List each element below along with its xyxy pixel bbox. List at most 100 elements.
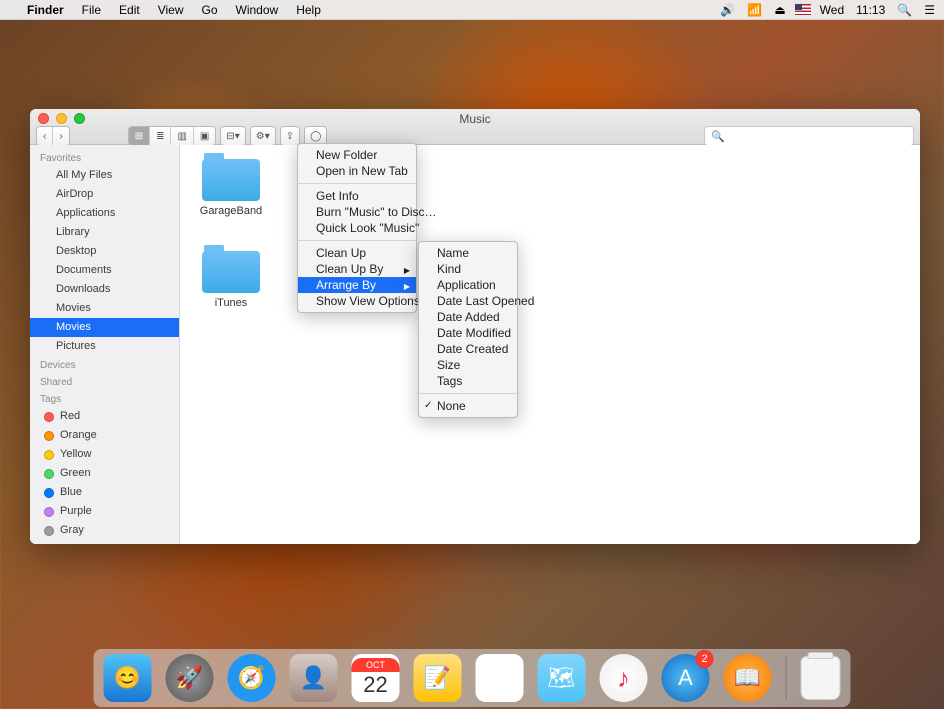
folder-label: iTunes [190,297,272,309]
wifi-icon[interactable]: 📶 [744,3,765,17]
clock-time[interactable]: 11:13 [853,3,888,17]
menu-item[interactable]: Date Last Opened [419,293,517,309]
sidebar-heading-tags: Tags [30,390,179,407]
search-icon: 🔍 [711,130,725,143]
menu-item[interactable]: Size [419,357,517,373]
arrange-button[interactable]: ⊟▾ [220,126,245,146]
forward-button[interactable]: › [53,127,68,145]
sidebar-item[interactable]: Applications [30,204,179,223]
share-button[interactable]: ⇪ [280,126,300,146]
tag-label: Yellow [60,447,91,462]
menu-item[interactable]: Clean Up [298,245,416,261]
sidebar-item[interactable]: All My Files [30,166,179,185]
spotlight-icon[interactable]: 🔍 [894,3,915,17]
sidebar-tag-item[interactable]: Green [30,464,179,483]
sidebar-item[interactable]: Downloads [30,280,179,299]
sidebar-heading-devices: Devices [30,356,179,373]
menu-item[interactable]: Name [419,245,517,261]
list-view-button[interactable]: ≣ [150,127,171,145]
tag-color-dot [44,507,54,517]
input-source-flag[interactable] [795,4,811,15]
action-button[interactable]: ⚙▾ [250,126,276,146]
sidebar-tag-item[interactable]: Orange [30,426,179,445]
menu-item[interactable]: New Folder [298,147,416,163]
sidebar-tag-item[interactable]: Red [30,407,179,426]
tag-label: Red [60,409,80,424]
sidebar-heading-shared: Shared [30,373,179,390]
dock-launchpad-icon[interactable]: 🚀 [166,654,214,702]
dock-notes-icon[interactable]: 📝 [414,654,462,702]
sidebar-item[interactable]: AirDrop [30,185,179,204]
tag-color-dot [44,526,54,536]
menu-item[interactable]: None [419,398,517,414]
dock-finder-icon[interactable]: 😊 [104,654,152,702]
folder-garageband[interactable]: GarageBand [190,159,272,217]
action-context-menu: New FolderOpen in New Tab Get InfoBurn "M… [297,143,417,313]
menu-item[interactable]: Date Added [419,309,517,325]
menu-item[interactable]: Burn "Music" to Disc… [298,204,416,220]
dock-calendar-icon[interactable]: OCT22 [352,654,400,702]
menu-item[interactable]: Date Modified [419,325,517,341]
eject-icon[interactable]: ⏏ [771,3,788,17]
tag-color-dot [44,488,54,498]
sidebar-item[interactable]: Movies [30,299,179,318]
titlebar[interactable]: Music ‹ › ⊞ ≣ ▥ ▣ ⊟▾ ⚙▾ ⇪ ◯ 🔍 [30,109,920,145]
menu-item[interactable]: Tags [419,373,517,389]
dock-trash-icon[interactable] [801,656,841,700]
dock-itunes-icon[interactable]: ♪ [600,654,648,702]
sidebar-tag-item[interactable]: Gray [30,521,179,540]
dock-appstore-icon[interactable]: A2 [662,654,710,702]
menu-item[interactable]: Show View Options [298,293,416,309]
notification-center-icon[interactable]: ☰ [921,3,938,17]
sidebar-item[interactable]: Desktop [30,242,179,261]
icon-view-button[interactable]: ⊞ [129,127,150,145]
menu-item[interactable]: Clean Up By [298,261,416,277]
menu-help[interactable]: Help [287,3,330,17]
menu-go[interactable]: Go [193,3,227,17]
menu-item[interactable]: Kind [419,261,517,277]
window-title: Music [30,112,920,126]
sidebar-tag-item[interactable]: Yellow [30,445,179,464]
folder-itunes[interactable]: iTunes [190,251,272,309]
badge: 2 [696,650,714,668]
folder-label: GarageBand [190,205,272,217]
menu-view[interactable]: View [149,3,193,17]
nav-buttons: ‹ › [36,126,70,146]
menu-edit[interactable]: Edit [110,3,149,17]
menu-item[interactable]: Application [419,277,517,293]
back-button[interactable]: ‹ [37,127,53,145]
sidebar-tag-item[interactable]: Blue [30,483,179,502]
content-area[interactable]: GarageBand iTunes [180,145,920,544]
tag-label: Gray [60,523,84,538]
sidebar-item[interactable]: Movies [30,318,179,337]
sidebar-item[interactable]: Documents [30,261,179,280]
sidebar: Favorites All My FilesAirDropApplication… [30,145,180,544]
menu-item[interactable]: Quick Look "Music" [298,220,416,236]
sidebar-item[interactable]: Library [30,223,179,242]
dock-maps-icon[interactable]: 🗺 [538,654,586,702]
menu-item[interactable]: Open in New Tab [298,163,416,179]
sidebar-tag-item[interactable]: All Tags… [30,540,179,544]
arrange-by-submenu: NameKindApplicationDate Last OpenedDate … [418,241,518,418]
volume-icon[interactable]: 🔊 [717,3,738,17]
dock-ibooks-icon[interactable]: 📖 [724,654,772,702]
dock-contacts-icon[interactable]: 👤 [290,654,338,702]
sidebar-tag-item[interactable]: Purple [30,502,179,521]
sidebar-item[interactable]: Pictures [30,337,179,356]
menu-item[interactable]: Date Created [419,341,517,357]
toolbar: ‹ › ⊞ ≣ ▥ ▣ ⊟▾ ⚙▾ ⇪ ◯ 🔍 [36,127,914,145]
menu-file[interactable]: File [73,3,110,17]
menu-item[interactable]: Arrange By [298,277,416,293]
dock-reminders-icon[interactable]: ☑ [476,654,524,702]
column-view-button[interactable]: ▥ [171,127,193,145]
coverflow-view-button[interactable]: ▣ [194,127,215,145]
clock-day[interactable]: Wed [817,3,847,17]
search-input[interactable]: 🔍 [704,126,914,146]
finder-window: Music ‹ › ⊞ ≣ ▥ ▣ ⊟▾ ⚙▾ ⇪ ◯ 🔍 Fav [30,109,920,544]
tag-color-dot [44,412,54,422]
menu-window[interactable]: Window [227,3,288,17]
menu-item[interactable]: Get Info [298,188,416,204]
app-name[interactable]: Finder [18,3,73,17]
view-switcher: ⊞ ≣ ▥ ▣ [128,126,217,146]
dock-safari-icon[interactable]: 🧭 [228,654,276,702]
